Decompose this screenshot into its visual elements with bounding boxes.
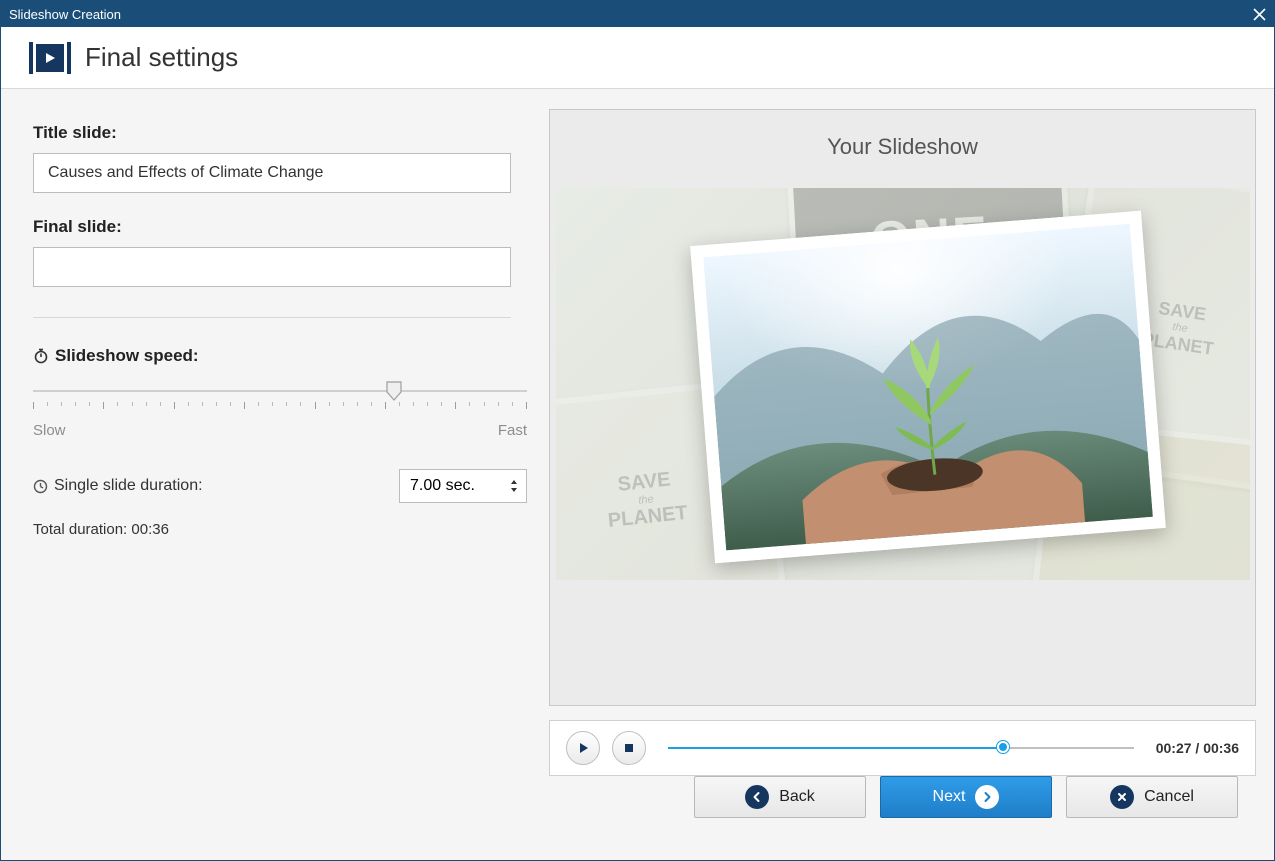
settings-pane: Title slide: Final slide: Slideshow spee…: [19, 109, 529, 840]
next-button[interactable]: Next: [880, 776, 1052, 818]
preview-title: Your Slideshow: [827, 134, 978, 160]
next-arrow-icon: [975, 785, 999, 809]
slideshow-creation-window: Slideshow Creation Final settings Title …: [0, 0, 1275, 861]
titlebar: Slideshow Creation: [1, 1, 1274, 27]
preview-main-photo: [690, 211, 1166, 563]
title-slide-input[interactable]: [33, 153, 511, 193]
body: Title slide: Final slide: Slideshow spee…: [1, 89, 1274, 860]
cancel-x-icon: [1110, 785, 1134, 809]
header: Final settings: [1, 27, 1274, 89]
spinner-up-icon[interactable]: [510, 479, 518, 485]
speed-slider[interactable]: [33, 384, 527, 424]
footer: Back Next Cancel: [549, 776, 1256, 840]
title-slide-label: Title slide:: [33, 123, 517, 143]
divider: [33, 317, 511, 318]
play-icon: [36, 44, 64, 72]
speed-slow-label: Slow: [33, 422, 66, 439]
player-bar: 00:27 / 00:36: [549, 720, 1256, 776]
slide-duration-spinner[interactable]: 7.00 sec.: [399, 469, 527, 503]
total-duration-label: Total duration: 00:36: [33, 521, 517, 538]
final-slide-label: Final slide:: [33, 217, 517, 237]
progress-knob[interactable]: [997, 741, 1009, 753]
preview-pane: Your Slideshow ONE SAVE the PLANET SAVE …: [549, 109, 1256, 840]
clock-icon: [33, 479, 48, 494]
progress-bar[interactable]: [668, 745, 1134, 751]
stop-icon: [623, 742, 635, 754]
speed-label: Slideshow speed:: [33, 346, 517, 366]
time-display: 00:27 / 00:36: [1156, 740, 1239, 756]
back-button[interactable]: Back: [694, 776, 866, 818]
speed-fast-label: Fast: [498, 422, 527, 439]
stopwatch-icon: [33, 348, 49, 364]
close-button[interactable]: [1250, 5, 1268, 23]
back-arrow-icon: [745, 785, 769, 809]
play-icon: [576, 741, 590, 755]
close-icon: [1253, 8, 1266, 21]
slide-duration-value: 7.00 sec.: [410, 477, 475, 495]
stop-button[interactable]: [612, 731, 646, 765]
play-button[interactable]: [566, 731, 600, 765]
cancel-button[interactable]: Cancel: [1066, 776, 1238, 818]
page-title: Final settings: [85, 42, 238, 73]
window-title: Slideshow Creation: [9, 7, 121, 22]
single-slide-duration-label: Single slide duration:: [33, 477, 203, 495]
preview-canvas: ONE SAVE the PLANET SAVE the PLANET: [556, 188, 1250, 580]
spinner-down-icon[interactable]: [510, 487, 518, 493]
speed-slider-handle[interactable]: [385, 380, 403, 402]
final-slide-input[interactable]: [33, 247, 511, 287]
slideshow-logo: [29, 42, 71, 74]
preview-box: Your Slideshow ONE SAVE the PLANET SAVE …: [549, 109, 1256, 706]
